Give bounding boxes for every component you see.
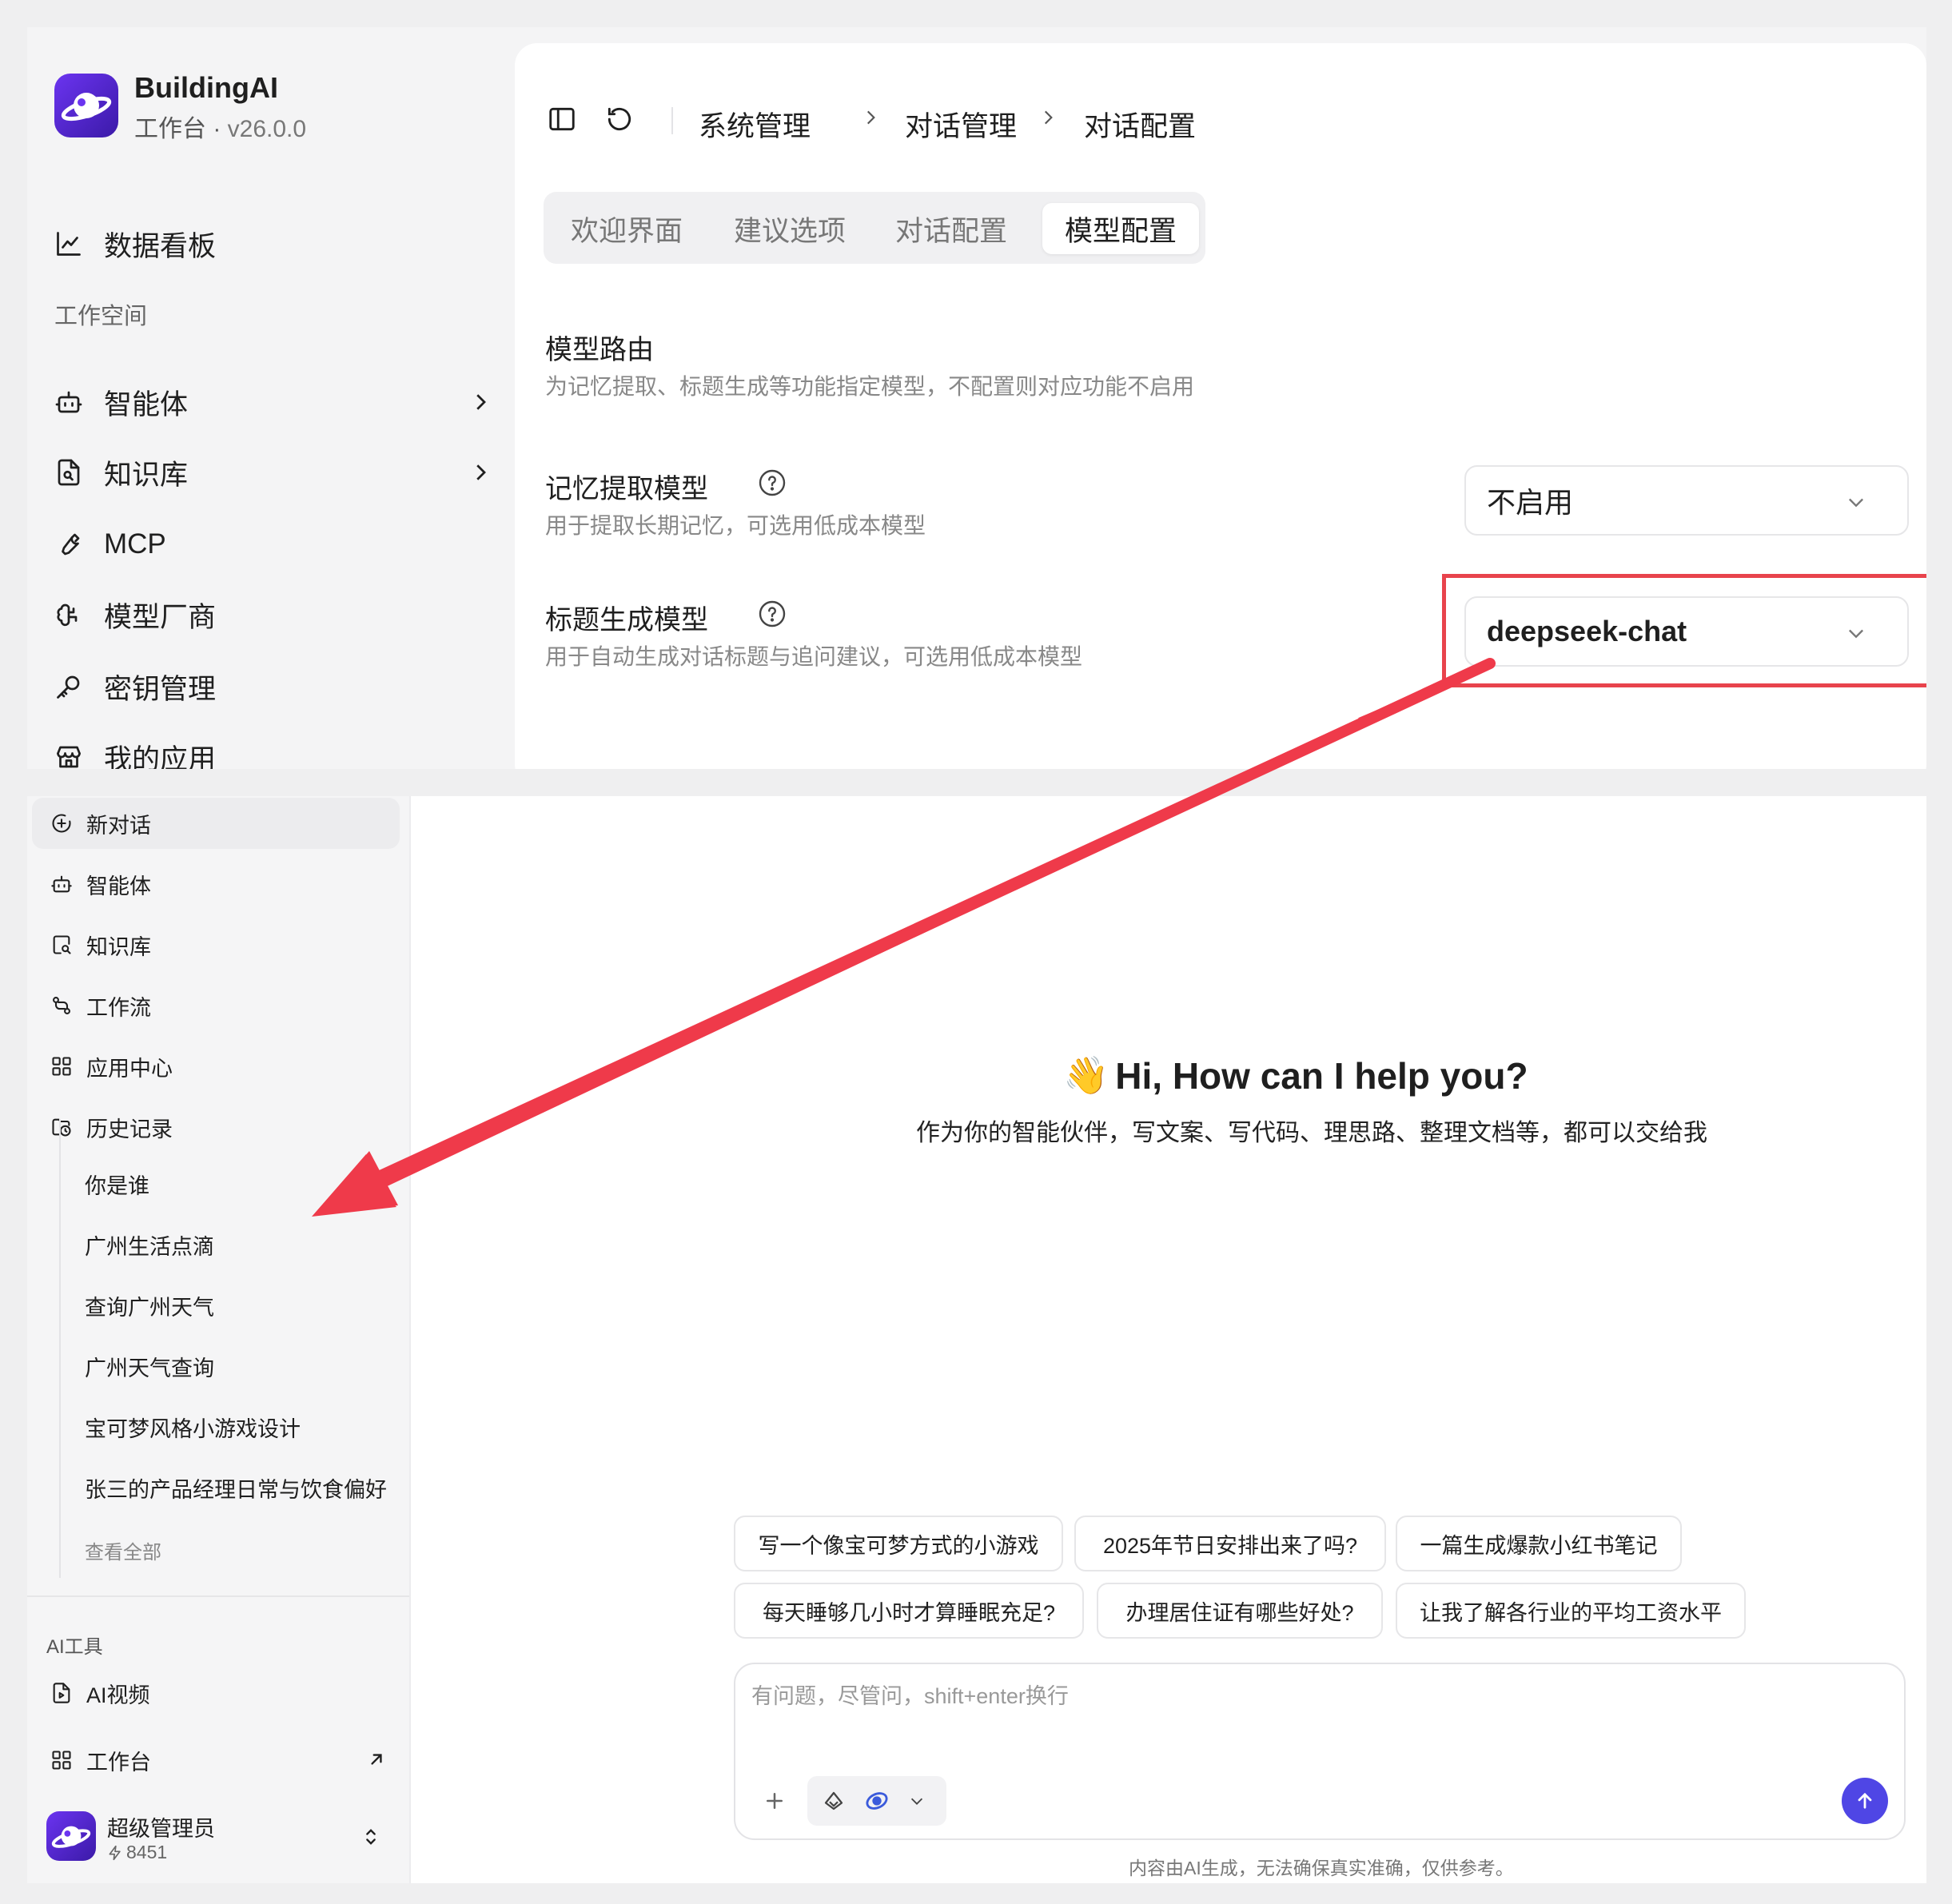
annotation-arrow-icon [312,658,1496,1217]
